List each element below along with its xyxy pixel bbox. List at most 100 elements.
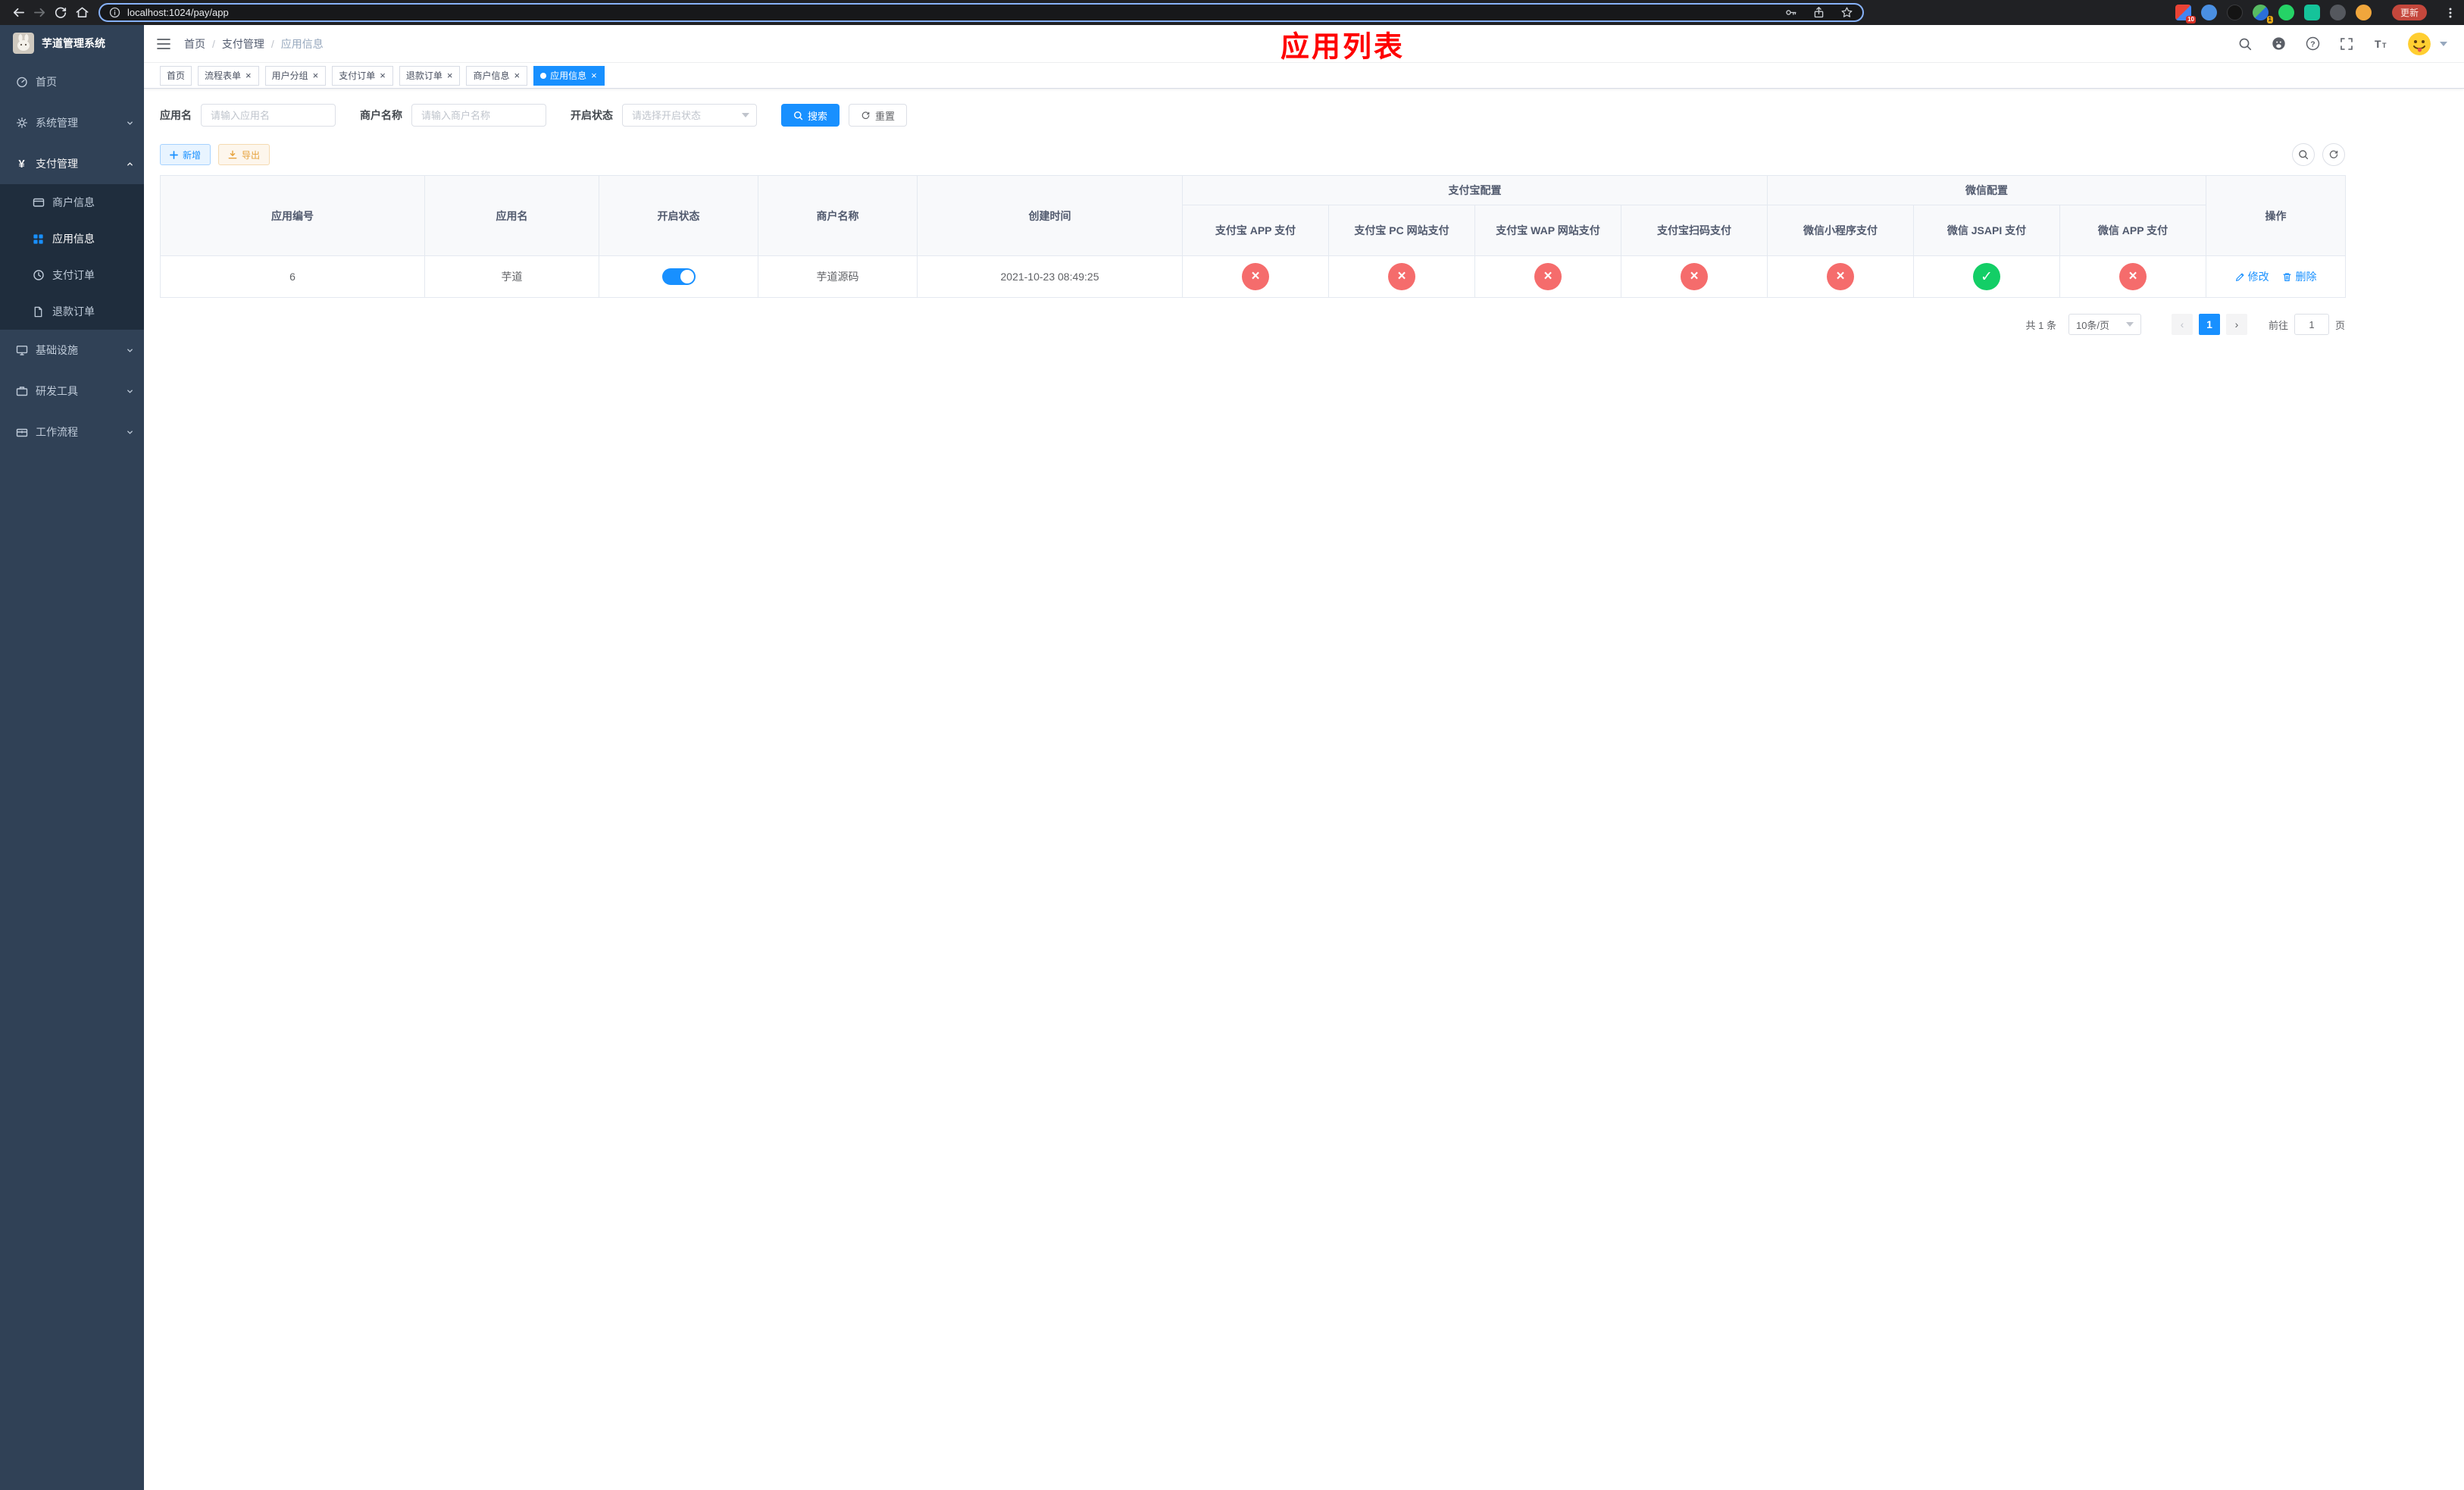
sidebar-logo-row[interactable]: 芋道管理系统 bbox=[0, 25, 144, 61]
tag-close-icon[interactable]: × bbox=[513, 70, 521, 80]
tag-app-info[interactable]: 应用信息 × bbox=[533, 65, 605, 86]
sidebar-item-home[interactable]: 首页 bbox=[0, 61, 144, 102]
tag-label: 商户信息 bbox=[473, 70, 510, 81]
extension-icon-4[interactable]: 1 bbox=[2252, 5, 2273, 23]
help-question-icon[interactable]: ? bbox=[2306, 36, 2320, 51]
main-area: 首页 / 支付管理 / 应用信息 应用列表 ? T T 首页 流程表单 × 用户… bbox=[144, 25, 2464, 1490]
sidebar-item-refund-orders[interactable]: 退款订单 bbox=[0, 293, 144, 330]
delete-link[interactable]: 删除 bbox=[2282, 269, 2316, 284]
dashboard-icon bbox=[15, 76, 28, 88]
breadcrumb-payment[interactable]: 支付管理 bbox=[222, 36, 264, 52]
status-select[interactable] bbox=[622, 104, 757, 127]
user-avatar[interactable] bbox=[2408, 32, 2431, 55]
browser-forward-icon[interactable] bbox=[29, 2, 50, 23]
active-tag-dot bbox=[540, 72, 547, 79]
tag-close-icon[interactable]: × bbox=[590, 70, 598, 80]
chevron-down-icon bbox=[126, 428, 134, 437]
header-search-icon[interactable] bbox=[2238, 37, 2252, 51]
filter-form: 应用名 商户名称 开启状态 搜索 重置 bbox=[160, 104, 2345, 127]
column-header-wx-lite: 微信小程序支付 bbox=[1767, 205, 1914, 256]
pagination-page-1[interactable]: 1 bbox=[2198, 314, 2220, 335]
reset-button[interactable]: 重置 bbox=[849, 104, 908, 127]
config-status-alipay-app: × bbox=[1242, 263, 1269, 290]
url-text[interactable]: localhost:1024/pay/app bbox=[127, 7, 229, 18]
pagination-next-button[interactable]: › bbox=[2225, 314, 2247, 335]
tag-label: 应用信息 bbox=[550, 70, 587, 81]
tag-merchant-info[interactable]: 商户信息 × bbox=[466, 65, 528, 86]
app-logo bbox=[13, 33, 34, 54]
tag-process-form[interactable]: 流程表单 × bbox=[198, 65, 259, 86]
extension-icon-1[interactable]: 10 bbox=[2175, 5, 2196, 23]
merchant-name-input[interactable] bbox=[411, 104, 546, 127]
edit-link[interactable]: 修改 bbox=[2235, 269, 2269, 284]
add-button-label: 新增 bbox=[183, 149, 202, 161]
toggle-search-icon-button[interactable] bbox=[2292, 143, 2315, 166]
sidebar-item-label: 支付订单 bbox=[52, 269, 95, 281]
browser-menu-icon[interactable] bbox=[2444, 7, 2456, 19]
search-button[interactable]: 搜索 bbox=[781, 104, 840, 127]
page: localhost:1024/pay/app 10 1 更新 芋道管理系统 首页… bbox=[0, 0, 2464, 1490]
sidebar-item-label: 首页 bbox=[36, 76, 57, 88]
browser-home-icon[interactable] bbox=[71, 2, 92, 23]
sidebar-item-dev-tools[interactable]: 研发工具 bbox=[0, 371, 144, 412]
column-header-alipay-app: 支付宝 APP 支付 bbox=[1182, 205, 1329, 256]
tag-close-icon[interactable]: × bbox=[245, 70, 252, 80]
tag-user-group[interactable]: 用户分组 × bbox=[264, 65, 327, 86]
tag-refund-orders[interactable]: 退款订单 × bbox=[399, 65, 461, 86]
sidebar-item-infrastructure[interactable]: 基础设施 bbox=[0, 330, 144, 371]
fullscreen-icon[interactable] bbox=[2340, 37, 2353, 51]
extension-icon-5[interactable] bbox=[2278, 5, 2294, 20]
extension-icon-7[interactable] bbox=[2329, 5, 2346, 20]
toggle-knob bbox=[680, 270, 694, 283]
app-name-input[interactable] bbox=[201, 104, 336, 127]
pagination-goto-input[interactable] bbox=[2294, 314, 2329, 335]
password-key-icon[interactable] bbox=[1784, 6, 1797, 19]
table-row: 6 芋道 芋道源码 2021-10-23 08:49:25 × × × × × … bbox=[160, 255, 2347, 298]
avatar-dropdown-caret-icon[interactable] bbox=[2440, 41, 2447, 46]
bookmark-star-icon[interactable] bbox=[1840, 6, 1853, 19]
sidebar-item-workflow[interactable]: 工作流程 bbox=[0, 412, 144, 452]
share-icon[interactable] bbox=[1812, 6, 1825, 19]
address-bar[interactable]: localhost:1024/pay/app bbox=[98, 3, 1864, 22]
sidebar-item-app-info[interactable]: 应用信息 bbox=[0, 221, 144, 257]
extension-icon-3[interactable] bbox=[2226, 5, 2243, 20]
breadcrumb-home[interactable]: 首页 bbox=[184, 36, 205, 52]
tag-payment-orders[interactable]: 支付订单 × bbox=[332, 65, 393, 86]
extension-icon-2[interactable] bbox=[2200, 5, 2217, 20]
browser-back-icon[interactable] bbox=[8, 2, 29, 23]
add-button[interactable]: 新增 bbox=[160, 144, 211, 165]
font-size-icon[interactable]: TT bbox=[2373, 37, 2388, 51]
pagination-page-unit: 页 bbox=[2334, 319, 2345, 331]
extension-icon-8[interactable] bbox=[2355, 5, 2372, 20]
dev-tools-icon bbox=[15, 385, 28, 397]
sidebar-item-merchant-info[interactable]: 商户信息 bbox=[0, 184, 144, 221]
sidebar-item-payment[interactable]: ¥ 支付管理 bbox=[0, 143, 144, 184]
sidebar-item-label: 基础设施 bbox=[36, 344, 78, 356]
refresh-table-icon-button[interactable] bbox=[2322, 143, 2345, 166]
page-size-select[interactable]: 10条/页 bbox=[2068, 314, 2141, 335]
svg-text:T: T bbox=[2382, 42, 2387, 49]
refund-doc-icon bbox=[32, 306, 45, 318]
browser-reload-icon[interactable] bbox=[50, 2, 71, 23]
status-toggle[interactable] bbox=[661, 268, 696, 285]
tag-label: 用户分组 bbox=[271, 70, 308, 81]
sidebar-item-system[interactable]: 系统管理 bbox=[0, 102, 144, 143]
tag-label: 流程表单 bbox=[205, 70, 242, 81]
export-button[interactable]: 导出 bbox=[218, 144, 270, 165]
browser-update-button[interactable]: 更新 bbox=[2391, 5, 2427, 20]
pagination-prev-button[interactable]: ‹ bbox=[2171, 314, 2193, 335]
sidebar-collapse-icon[interactable] bbox=[155, 36, 172, 52]
select-caret-icon bbox=[742, 113, 749, 117]
content-area: 应用名 商户名称 开启状态 搜索 重置 bbox=[144, 89, 2347, 380]
tag-close-icon[interactable]: × bbox=[446, 70, 454, 80]
tag-home[interactable]: 首页 bbox=[160, 65, 192, 86]
sidebar-item-label: 工作流程 bbox=[36, 426, 78, 438]
sidebar-item-payment-orders[interactable]: 支付订单 bbox=[0, 257, 144, 293]
github-icon[interactable] bbox=[2272, 36, 2286, 51]
pagination-total: 共 1 条 bbox=[2025, 319, 2056, 331]
top-navbar: 首页 / 支付管理 / 应用信息 应用列表 ? T T bbox=[144, 25, 2464, 63]
tag-close-icon[interactable]: × bbox=[379, 70, 386, 80]
tag-close-icon[interactable]: × bbox=[312, 70, 320, 80]
site-info-icon[interactable] bbox=[109, 7, 120, 18]
extension-icon-6[interactable] bbox=[2303, 5, 2320, 20]
